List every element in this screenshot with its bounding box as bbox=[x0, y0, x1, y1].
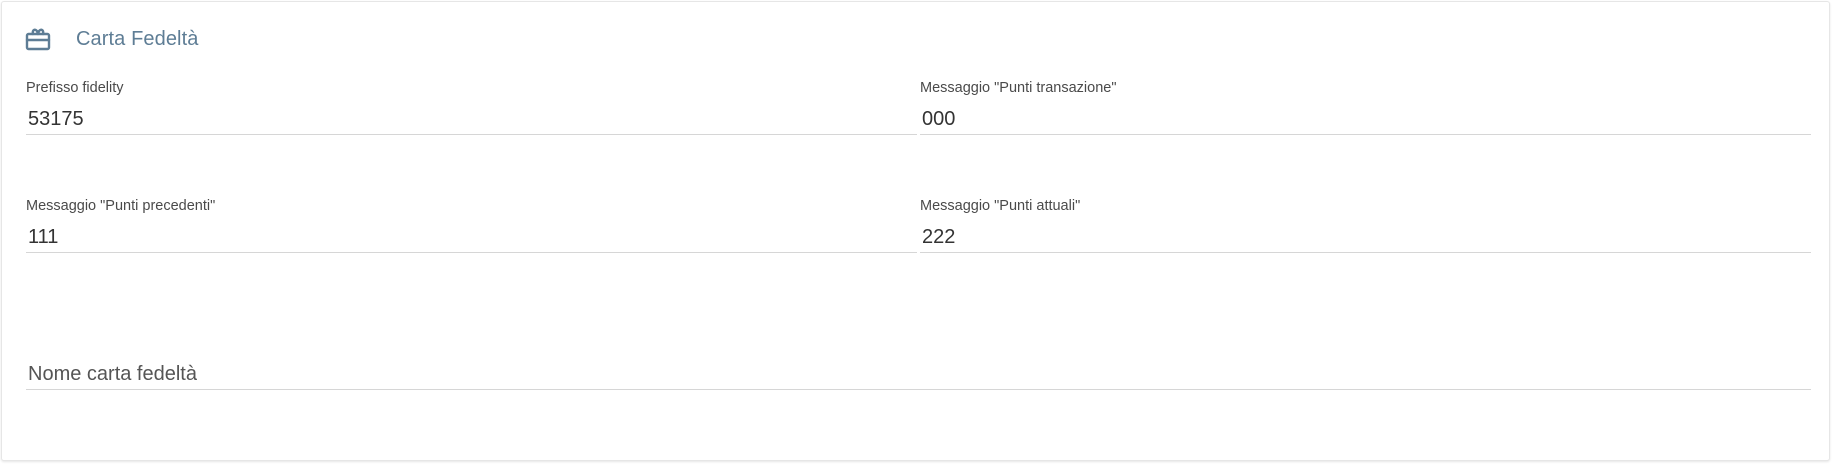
punti-precedenti-input[interactable] bbox=[26, 223, 917, 253]
punti-precedenti-field: Messaggio "Punti precedenti" bbox=[26, 198, 917, 253]
prefisso-fidelity-field: Prefisso fidelity bbox=[26, 80, 917, 135]
loyalty-card-panel: Carta Fedeltà Prefisso fidelity Messaggi… bbox=[1, 1, 1830, 461]
card-header: Carta Fedeltà bbox=[24, 24, 198, 54]
punti-transazione-field: Messaggio "Punti transazione" bbox=[920, 80, 1811, 135]
punti-transazione-label: Messaggio "Punti transazione" bbox=[920, 80, 1117, 96]
card-title: Carta Fedeltà bbox=[76, 27, 199, 50]
punti-attuali-field: Messaggio "Punti attuali" bbox=[920, 198, 1811, 253]
punti-precedenti-label: Messaggio "Punti precedenti" bbox=[26, 198, 216, 214]
punti-attuali-input[interactable] bbox=[920, 223, 1811, 253]
nome-carta-fedelta-input[interactable] bbox=[26, 360, 1811, 390]
prefisso-fidelity-label: Prefisso fidelity bbox=[26, 80, 124, 96]
prefisso-fidelity-input[interactable] bbox=[26, 105, 917, 135]
punti-transazione-input[interactable] bbox=[920, 105, 1811, 135]
punti-attuali-label: Messaggio "Punti attuali" bbox=[920, 198, 1081, 214]
nome-carta-fedelta-field bbox=[26, 357, 1811, 390]
gift-card-icon bbox=[24, 25, 52, 53]
